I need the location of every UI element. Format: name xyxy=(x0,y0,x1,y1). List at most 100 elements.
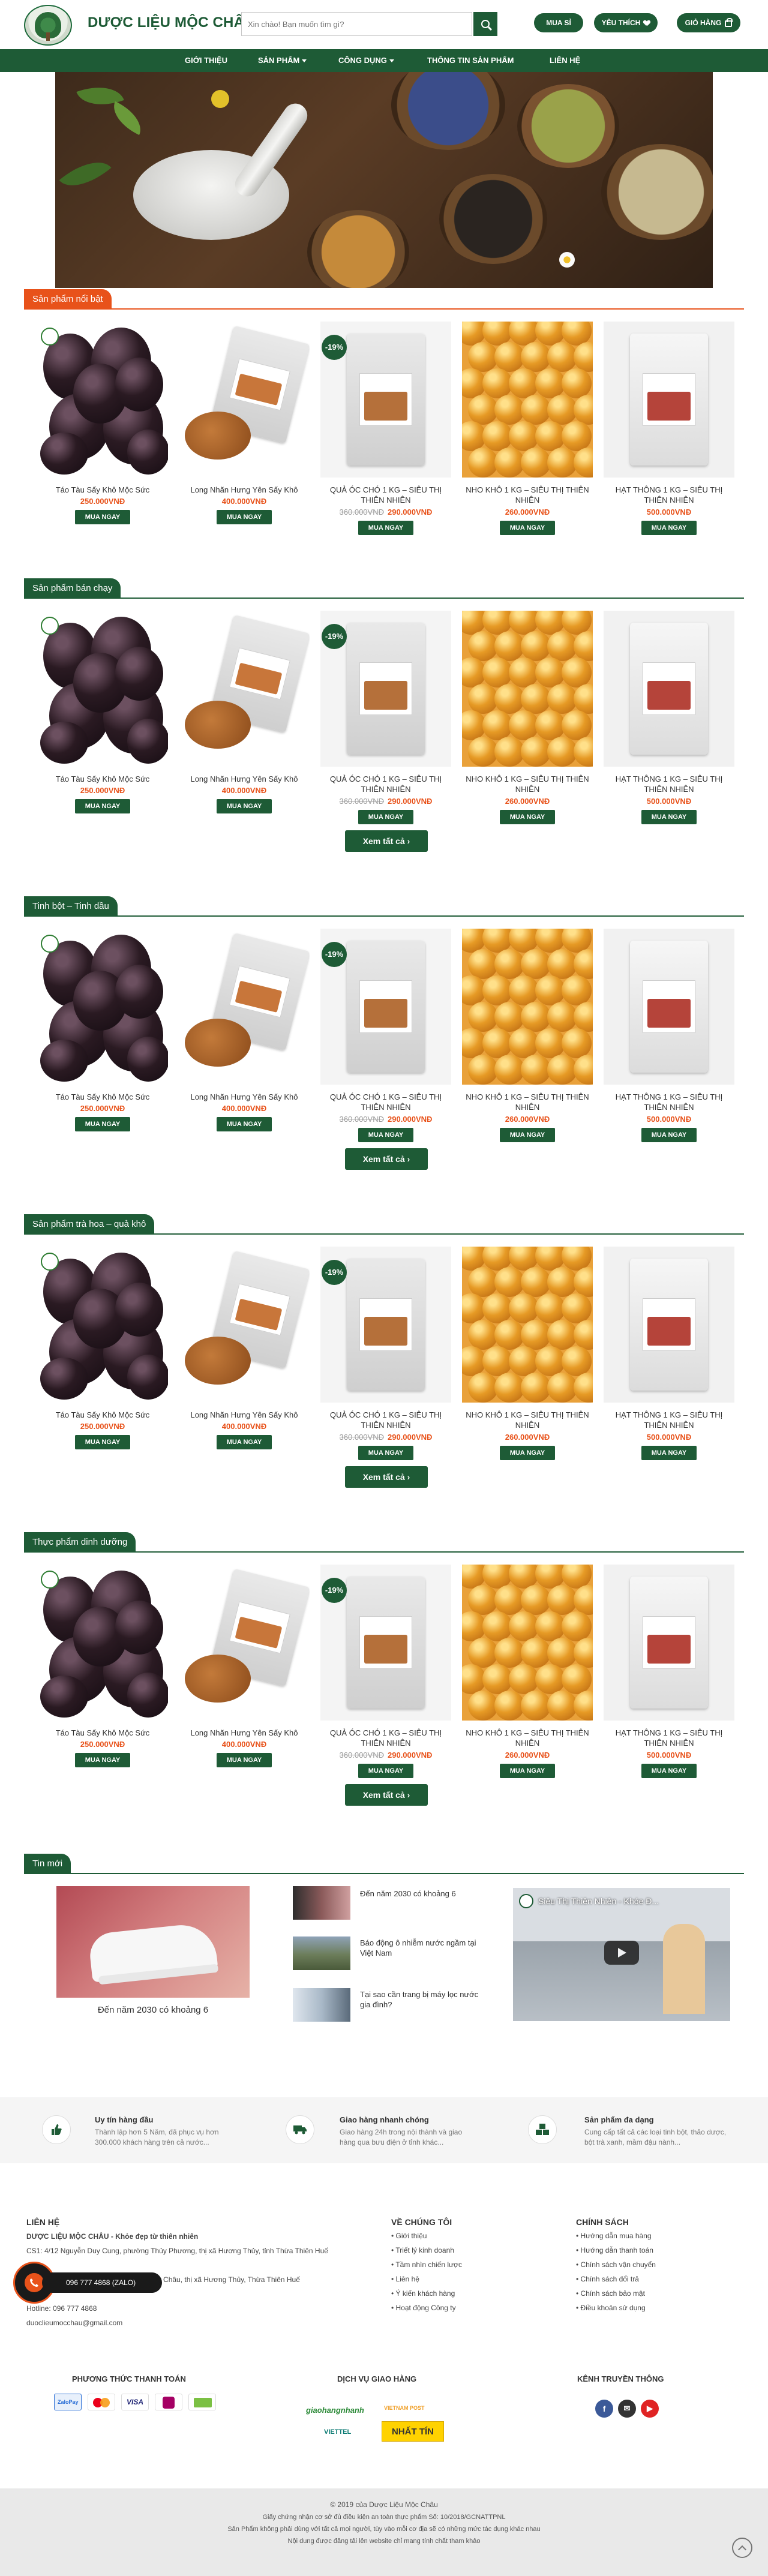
contact-email[interactable]: duoclieumocchau@gmail.com xyxy=(26,2318,380,2328)
product-name[interactable]: HẠT THÔNG 1 KG – SIÊU THỊ THIÊN NHIÊN xyxy=(604,485,734,505)
footer-link[interactable]: • Chính sách vận chuyển xyxy=(576,2260,656,2269)
buy-now-button[interactable]: MUA NGAY xyxy=(641,521,697,535)
search-button[interactable] xyxy=(473,12,497,36)
nav-item-product-info[interactable]: THÔNG TIN SẢN PHẨM xyxy=(427,49,514,72)
buy-now-button[interactable]: MUA NGAY xyxy=(641,1764,697,1778)
product-name[interactable]: QUẢ ÓC CHÓ 1 KG – SIÊU THỊ THIÊN NHIÊN xyxy=(320,485,451,505)
back-to-top-button[interactable] xyxy=(732,2538,752,2558)
buy-now-button[interactable]: MUA NGAY xyxy=(75,1753,130,1767)
news-thumb[interactable] xyxy=(293,1988,350,2022)
section-title[interactable]: Thực phẩm dinh dưỡng xyxy=(24,1532,136,1553)
product-image[interactable] xyxy=(179,1247,310,1403)
buy-now-button[interactable]: MUA NGAY xyxy=(75,799,130,813)
hero-banner[interactable] xyxy=(55,72,713,288)
product-name[interactable]: NHO KHÔ 1 KG – SIÊU THỊ THIÊN NHIÊN xyxy=(462,1410,593,1430)
product-name[interactable]: Táo Tàu Sấy Khô Mộc Sức xyxy=(37,1410,168,1420)
section-title[interactable]: Sản phẩm trà hoa – quả khô xyxy=(24,1214,155,1235)
product-name[interactable]: HẠT THÔNG 1 KG – SIÊU THỊ THIÊN NHIÊN xyxy=(604,1410,734,1430)
news-featured-caption[interactable]: Đến năm 2030 có khoảng 6 xyxy=(56,2005,250,2015)
product-image[interactable] xyxy=(37,929,168,1085)
buy-now-button[interactable]: MUA NGAY xyxy=(358,521,413,535)
product-name[interactable]: HẠT THÔNG 1 KG – SIÊU THỊ THIÊN NHIÊN xyxy=(604,1092,734,1112)
facebook-icon[interactable]: f xyxy=(595,2400,613,2418)
product-image[interactable] xyxy=(462,1247,593,1403)
product-name[interactable]: HẠT THÔNG 1 KG – SIÊU THỊ THIÊN NHIÊN xyxy=(604,774,734,794)
see-all-button[interactable]: Xem tất cả › xyxy=(345,1148,428,1170)
buy-now-button[interactable]: MUA NGAY xyxy=(217,1435,272,1449)
contact-hotline[interactable]: Hotline: 096 777 4868 xyxy=(26,2304,380,2313)
product-name[interactable]: QUẢ ÓC CHÓ 1 KG – SIÊU THỊ THIÊN NHIÊN xyxy=(320,774,451,794)
news-link[interactable]: Tại sao cần trang bị máy lọc nước gia đì… xyxy=(360,1989,480,2010)
buy-now-button[interactable]: MUA NGAY xyxy=(500,1446,555,1460)
product-name[interactable]: Long Nhãn Hưng Yên Sấy Khô xyxy=(179,1728,310,1738)
product-name[interactable]: NHO KHÔ 1 KG – SIÊU THỊ THIÊN NHIÊN xyxy=(462,774,593,794)
news-link[interactable]: Đến năm 2030 có khoảng 6 xyxy=(360,1889,480,1899)
section-title[interactable]: Sản phẩm bán chạy xyxy=(24,578,121,599)
product-image[interactable] xyxy=(179,1565,310,1721)
buy-now-button[interactable]: MUA NGAY xyxy=(500,1128,555,1142)
nav-item-uses[interactable]: CÔNG DỤNG xyxy=(338,49,394,72)
buy-now-button[interactable]: MUA NGAY xyxy=(358,810,413,824)
buy-now-button[interactable]: MUA NGAY xyxy=(641,1128,697,1142)
nav-item-contact[interactable]: LIÊN HỆ xyxy=(550,49,580,72)
product-image[interactable] xyxy=(604,322,734,478)
site-logo[interactable] xyxy=(24,5,72,46)
buy-now-button[interactable]: MUA NGAY xyxy=(358,1128,413,1142)
footer-link[interactable]: • Giới thiệu xyxy=(391,2232,427,2240)
buy-now-button[interactable]: MUA NGAY xyxy=(217,1117,272,1131)
product-image[interactable] xyxy=(604,1247,734,1403)
product-image[interactable] xyxy=(462,611,593,767)
product-image[interactable] xyxy=(604,929,734,1085)
see-all-button[interactable]: Xem tất cả › xyxy=(345,1466,428,1488)
search-input[interactable] xyxy=(242,13,448,35)
buy-now-button[interactable]: MUA NGAY xyxy=(217,1753,272,1767)
footer-link[interactable]: • Hướng dẫn mua hàng xyxy=(576,2232,652,2240)
product-name[interactable]: NHO KHÔ 1 KG – SIÊU THỊ THIÊN NHIÊN xyxy=(462,485,593,505)
buy-now-button[interactable]: MUA NGAY xyxy=(641,1446,697,1460)
product-name[interactable]: QUẢ ÓC CHÓ 1 KG – SIÊU THỊ THIÊN NHIÊN xyxy=(320,1092,451,1112)
footer-link[interactable]: • Triết lý kinh doanh xyxy=(391,2246,454,2254)
zalo-phone-pill[interactable]: 096 777 4868 (ZALO) xyxy=(42,2272,162,2293)
footer-link[interactable]: • Hoạt động Công ty xyxy=(391,2304,456,2312)
product-name[interactable]: Long Nhãn Hưng Yên Sấy Khô xyxy=(179,774,310,784)
product-image[interactable] xyxy=(462,322,593,478)
product-image[interactable] xyxy=(37,611,168,767)
product-name[interactable]: NHO KHÔ 1 KG – SIÊU THỊ THIÊN NHIÊN xyxy=(462,1728,593,1748)
product-image[interactable] xyxy=(37,1565,168,1721)
news-thumb[interactable] xyxy=(293,1936,350,1970)
product-name[interactable]: Long Nhãn Hưng Yên Sấy Khô xyxy=(179,1092,310,1102)
news-featured-image[interactable] xyxy=(56,1886,250,1998)
footer-link[interactable]: • Tầm nhìn chiến lược xyxy=(391,2260,462,2269)
footer-link[interactable]: • Liên hệ xyxy=(391,2275,419,2283)
product-name[interactable]: Táo Tàu Sấy Khô Mộc Sức xyxy=(37,485,168,495)
product-image[interactable] xyxy=(179,929,310,1085)
product-image[interactable] xyxy=(179,611,310,767)
video-player[interactable]: Siêu Thị Thiên Nhiên - Khóe Đ... xyxy=(513,1888,730,2021)
footer-link[interactable]: • Hướng dẫn thanh toán xyxy=(576,2246,653,2254)
buy-now-button[interactable]: MUA NGAY xyxy=(75,1435,130,1449)
buy-now-button[interactable]: MUA NGAY xyxy=(641,810,697,824)
news-link[interactable]: Báo động ô nhiễm nước ngầm tại Việt Nam xyxy=(360,1938,480,1958)
nav-item-products[interactable]: SẢN PHẨM xyxy=(258,49,307,72)
wishlist-button[interactable]: YÊU THÍCH xyxy=(594,13,658,32)
footer-link[interactable]: • Chính sách bảo mật xyxy=(576,2289,645,2298)
see-all-button[interactable]: Xem tất cả › xyxy=(345,1784,428,1806)
footer-link[interactable]: • Chính sách đổi trả xyxy=(576,2275,639,2283)
product-name[interactable]: HẠT THÔNG 1 KG – SIÊU THỊ THIÊN NHIÊN xyxy=(604,1728,734,1748)
buy-now-button[interactable]: MUA NGAY xyxy=(500,810,555,824)
section-title[interactable]: Tinh bột – Tinh dầu xyxy=(24,896,118,917)
wholesale-button[interactable]: MUA SỈ xyxy=(534,13,583,32)
product-image[interactable] xyxy=(37,322,168,478)
product-name[interactable]: Táo Tàu Sấy Khô Mộc Sức xyxy=(37,774,168,784)
product-image[interactable] xyxy=(462,929,593,1085)
buy-now-button[interactable]: MUA NGAY xyxy=(358,1764,413,1778)
buy-now-button[interactable]: MUA NGAY xyxy=(75,1117,130,1131)
nav-item-about[interactable]: GIỚI THIỆU xyxy=(185,49,227,72)
site-title[interactable]: DƯỢC LIỆU MỘC CHÂU xyxy=(88,14,255,31)
product-name[interactable]: Long Nhãn Hưng Yên Sấy Khô xyxy=(179,1410,310,1420)
buy-now-button[interactable]: MUA NGAY xyxy=(217,799,272,813)
footer-link[interactable]: • Ý kiến khách hàng xyxy=(391,2289,455,2298)
product-image[interactable] xyxy=(462,1565,593,1721)
youtube-icon[interactable]: ▶ xyxy=(641,2400,659,2418)
product-image[interactable] xyxy=(604,1565,734,1721)
